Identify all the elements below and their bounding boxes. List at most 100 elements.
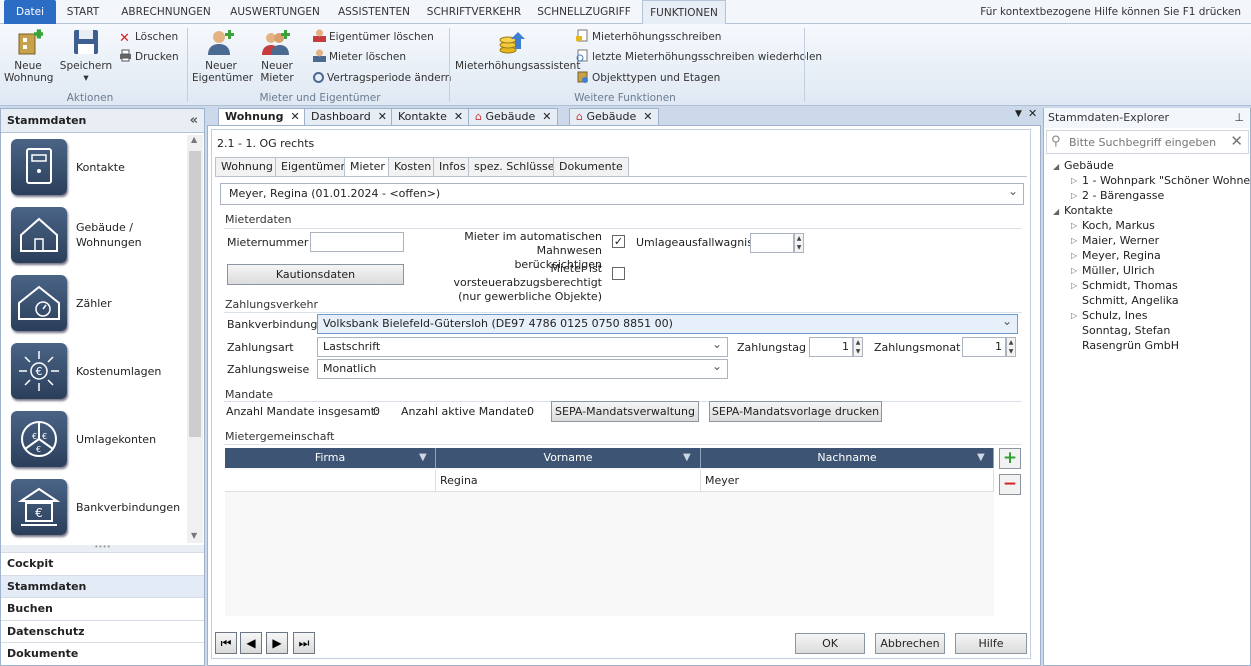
doc-tab-wohnung[interactable]: Wohnung ✕ bbox=[218, 108, 307, 126]
next-record-button[interactable]: ▶ bbox=[266, 632, 288, 654]
doc-tab-kontakte[interactable]: Kontakte ✕ bbox=[391, 108, 471, 125]
change-contract-button[interactable]: Vertragsperiode ändern bbox=[313, 69, 451, 87]
delete-tenant-button[interactable]: Mieter löschen bbox=[313, 48, 406, 66]
tree-node-contact[interactable]: Schulz, Ines bbox=[1082, 308, 1148, 323]
tree-node-contact[interactable]: Schmitt, Angelika bbox=[1082, 293, 1179, 308]
help-button[interactable]: Hilfe bbox=[955, 633, 1027, 654]
tax-checkbox[interactable] bbox=[612, 267, 625, 280]
save-button[interactable]: Speichern ▾ bbox=[58, 28, 114, 84]
tab-schnellzugriff[interactable]: SCHNELLZUGRIFF bbox=[534, 0, 634, 24]
cancel-button[interactable]: Abbrechen bbox=[875, 633, 945, 654]
section-datenschutz[interactable]: Datenschutz bbox=[1, 620, 204, 642]
subtab-wohnung[interactable]: Wohnung bbox=[215, 157, 279, 176]
scroll-up-icon[interactable]: ▲ bbox=[191, 135, 197, 144]
rent-assistant-button[interactable]: Mieterhöhungsassistent bbox=[455, 28, 580, 72]
left-scrollbar-thumb[interactable] bbox=[189, 151, 201, 437]
close-icon[interactable]: ✕ bbox=[291, 110, 300, 123]
tree-node-building[interactable]: 1 - Wohnpark "Schöner Wohnen" bbox=[1082, 173, 1251, 188]
section-buchen[interactable]: Buchen bbox=[1, 597, 204, 619]
first-record-button[interactable]: ⏮ bbox=[215, 632, 237, 654]
grid-header-vorname[interactable]: Vorname bbox=[436, 448, 701, 468]
last-record-button[interactable]: ⏭ bbox=[293, 632, 315, 654]
section-dokumente[interactable]: Dokumente bbox=[1, 642, 204, 664]
section-stammdaten[interactable]: Stammdaten bbox=[1, 575, 204, 597]
sepa-print-button[interactable]: SEPA-Mandatsvorlage drucken bbox=[709, 401, 882, 422]
tree-node-contact[interactable]: Sonntag, Stefan bbox=[1082, 323, 1170, 338]
payment-day-input[interactable]: 1 bbox=[809, 337, 853, 357]
section-cockpit[interactable]: Cockpit bbox=[1, 552, 204, 574]
collapsed-icon[interactable]: ▷ bbox=[1071, 191, 1077, 200]
tree-node-gebaeude[interactable]: Gebäude bbox=[1064, 158, 1114, 173]
tree-node-contact[interactable]: Meyer, Regina bbox=[1082, 248, 1161, 263]
tree-node-contact[interactable]: Maier, Werner bbox=[1082, 233, 1159, 248]
grid-header-firma[interactable]: Firma bbox=[225, 448, 436, 468]
bank-select[interactable]: Volksbank Bielefeld-Gütersloh (DE97 4786… bbox=[317, 312, 1018, 334]
rent-letter-button[interactable]: Mieterhöhungsschreiben bbox=[576, 28, 721, 46]
previous-record-button[interactable]: ◀ bbox=[240, 632, 262, 654]
scroll-down-icon[interactable]: ▼ bbox=[191, 531, 197, 540]
collapsed-icon[interactable]: ▷ bbox=[1071, 311, 1077, 320]
ok-button[interactable]: OK bbox=[795, 633, 865, 654]
dunning-checkbox[interactable]: ✓ bbox=[612, 235, 625, 248]
doc-tab-gebaeude-2[interactable]: ⌂ Gebäude ✕ bbox=[569, 108, 660, 125]
close-icon[interactable]: ✕ bbox=[454, 110, 463, 123]
tab-schriftverkehr[interactable]: SCHRIFTVERKEHR bbox=[424, 0, 524, 24]
close-icon[interactable]: ✕ bbox=[1028, 107, 1037, 120]
close-icon[interactable]: ✕ bbox=[378, 110, 387, 123]
nav-tile-umlagekonten[interactable]: € € € Umlagekonten bbox=[11, 411, 181, 471]
new-apartment-button[interactable]: Neue Wohnung bbox=[4, 28, 53, 84]
tenant-number-input[interactable] bbox=[310, 232, 404, 252]
remove-row-button[interactable]: − bbox=[999, 474, 1021, 495]
collapsed-icon[interactable]: ▷ bbox=[1071, 221, 1077, 230]
collapsed-icon[interactable]: ▷ bbox=[1071, 251, 1077, 260]
new-owner-button[interactable]: Neuer Eigentümer bbox=[192, 28, 253, 84]
object-types-button[interactable]: Objekttypen und Etagen bbox=[576, 69, 720, 87]
print-button[interactable]: Drucken bbox=[119, 48, 179, 66]
delete-button[interactable]: ✕ Löschen bbox=[119, 28, 178, 46]
grid-header-nachname[interactable]: Nachname bbox=[701, 448, 994, 468]
close-icon[interactable]: ✕ bbox=[643, 110, 652, 123]
nav-tile-kostenumlagen[interactable]: € Kostenumlagen bbox=[11, 343, 181, 403]
expanded-icon[interactable]: ◢ bbox=[1053, 207, 1059, 216]
expanded-icon[interactable]: ◢ bbox=[1053, 162, 1059, 171]
tab-datei[interactable]: Datei bbox=[4, 0, 56, 24]
grid-cell-nachname[interactable]: Meyer bbox=[701, 470, 994, 492]
subtab-kosten[interactable]: Kosten bbox=[388, 157, 438, 176]
loss-input[interactable] bbox=[750, 233, 794, 253]
filter-icon[interactable]: ▼ bbox=[419, 452, 429, 463]
tab-start[interactable]: START bbox=[60, 0, 106, 24]
add-row-button[interactable]: + bbox=[999, 448, 1021, 469]
new-tenant-button[interactable]: Neuer Mieter bbox=[254, 28, 300, 84]
explorer-search-input[interactable] bbox=[1069, 133, 1225, 151]
nav-tile-gebaeude[interactable]: Gebäude / Wohnungen bbox=[11, 207, 181, 267]
tree-node-contact[interactable]: Rasengrün GmbH bbox=[1082, 338, 1179, 353]
filter-icon[interactable]: ▼ bbox=[683, 452, 693, 463]
loss-spinner[interactable]: ▲ ▼ bbox=[794, 233, 804, 253]
subtab-infos[interactable]: Infos bbox=[433, 157, 472, 176]
tab-abrechnungen[interactable]: ABRECHNUNGEN bbox=[115, 0, 217, 24]
tenant-select[interactable]: Meyer, Regina (01.01.2024 - <offen>) bbox=[220, 181, 1024, 205]
payment-month-input[interactable]: 1 bbox=[962, 337, 1006, 357]
filter-icon[interactable]: ▼ bbox=[977, 452, 987, 463]
splitter-grip[interactable]: •••• bbox=[1, 544, 204, 552]
collapse-icon[interactable]: « bbox=[190, 109, 198, 133]
deposit-button[interactable]: Kautionsdaten bbox=[227, 264, 404, 285]
tree-node-contact[interactable]: Koch, Markus bbox=[1082, 218, 1155, 233]
tab-menu-icon[interactable]: ▼ bbox=[1015, 109, 1022, 119]
tab-assistenten[interactable]: ASSISTENTEN bbox=[334, 0, 414, 24]
subtab-mieter[interactable]: Mieter bbox=[344, 157, 391, 177]
payment-month-spinner[interactable]: ▲ ▼ bbox=[1006, 337, 1016, 357]
collapsed-icon[interactable]: ▷ bbox=[1071, 236, 1077, 245]
repeat-letter-button[interactable]: letzte Mieterhöhungsschreiben wiederhole… bbox=[576, 48, 822, 66]
tab-auswertungen[interactable]: AUSWERTUNGEN bbox=[225, 0, 325, 24]
collapsed-icon[interactable]: ▷ bbox=[1071, 281, 1077, 290]
grid-cell-firma[interactable] bbox=[225, 470, 436, 492]
payment-day-spinner[interactable]: ▲ ▼ bbox=[853, 337, 863, 357]
tree-node-kontakte[interactable]: Kontakte bbox=[1064, 203, 1113, 218]
tree-node-building[interactable]: 2 - Bärengasse bbox=[1082, 188, 1164, 203]
nav-tile-kontakte[interactable]: Kontakte bbox=[11, 139, 181, 199]
delete-owner-button[interactable]: Eigentümer löschen bbox=[313, 28, 434, 46]
sepa-management-button[interactable]: SEPA-Mandatsverwaltung bbox=[551, 401, 699, 422]
clear-icon[interactable]: ✕ bbox=[1230, 132, 1243, 150]
collapsed-icon[interactable]: ▷ bbox=[1071, 176, 1077, 185]
